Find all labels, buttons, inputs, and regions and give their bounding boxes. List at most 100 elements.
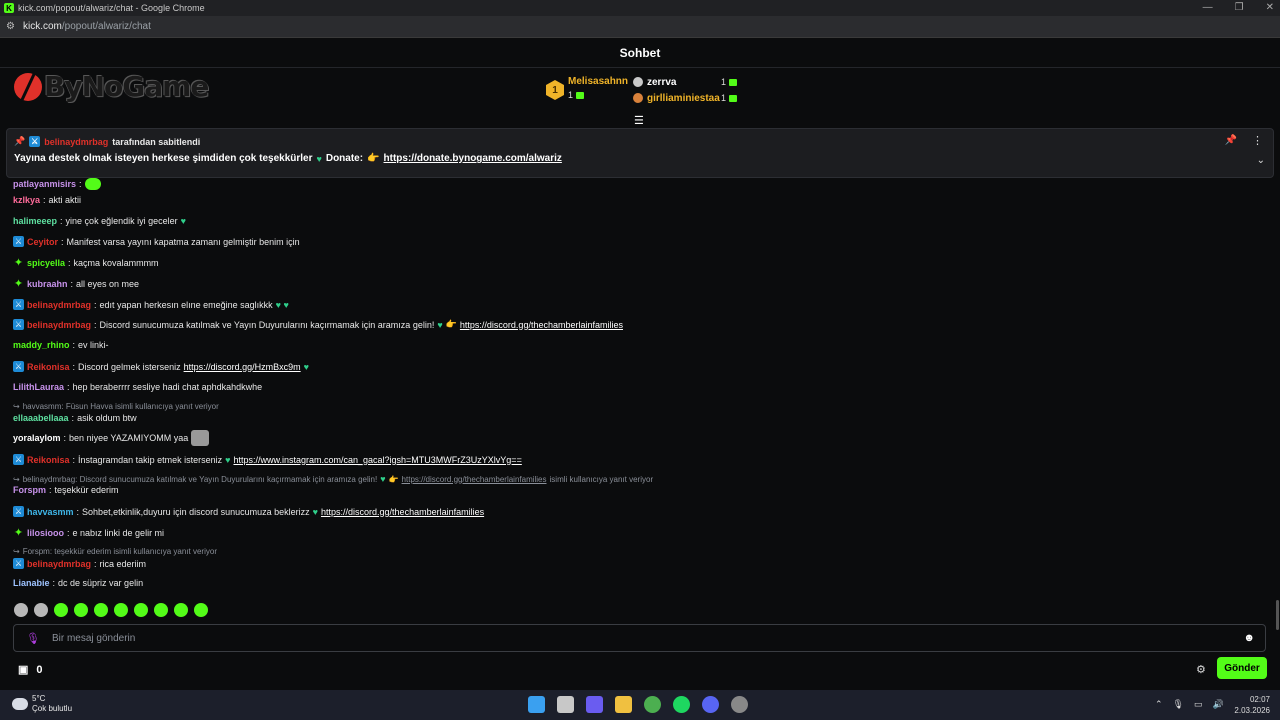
windows-start-icon[interactable] xyxy=(528,696,545,713)
kick-favicon-icon: K xyxy=(4,3,14,13)
leaderboard-first[interactable]: 1 Melisasahnn 1 xyxy=(546,74,628,100)
emote-icon[interactable] xyxy=(74,603,88,617)
emote-icon[interactable] xyxy=(94,603,108,617)
message-username[interactable]: havvasmm xyxy=(27,507,74,517)
url-host: kick.com xyxy=(23,21,62,32)
bynogame-logo: ByNoGame xyxy=(14,70,209,103)
message-username[interactable]: Reikonisa xyxy=(27,455,70,465)
emote-icon[interactable] xyxy=(154,603,168,617)
message-username[interactable]: spicyella xyxy=(27,258,65,268)
message-username[interactable]: Reikonisa xyxy=(27,362,70,372)
message-username[interactable]: Lianabie xyxy=(13,578,50,588)
weather-widget[interactable]: 5°C Çok bulutlu xyxy=(12,694,72,714)
leader-name: Melisasahnn xyxy=(568,76,629,87)
chat-message: ⚔ Ceyitor: Manifest varsa yayını kapatma … xyxy=(13,236,300,247)
message-link[interactable]: https://discord.gg/HzmBxc9m xyxy=(184,362,301,372)
pinned-by-user[interactable]: belinaydmrbag xyxy=(44,137,108,147)
message-link[interactable]: https://discord.gg/thechamberlainfamilie… xyxy=(460,320,623,330)
steam-icon[interactable] xyxy=(731,696,748,713)
message-username[interactable]: Forspm xyxy=(13,485,46,495)
message-username[interactable]: yoralaylom xyxy=(13,433,61,443)
emote-icon[interactable] xyxy=(134,603,148,617)
reply-suffix: isimli kullanıcıya yanıt veriyor xyxy=(549,474,654,484)
message-username[interactable]: belinaydmrbag xyxy=(27,559,91,569)
reply-context[interactable]: ↪ havvasmm: Füsun Havva isimli kullanıcıy… xyxy=(13,402,219,411)
minimize-icon[interactable]: — xyxy=(1203,0,1213,16)
message-input[interactable]: 🎙 Bir mesaj gönderin ☻ xyxy=(13,624,1266,652)
gift-icon xyxy=(576,91,585,99)
message-username[interactable]: kubraahn xyxy=(27,279,68,289)
message-text: edıt yapan herkesın elıne emeğine saglık… xyxy=(99,299,273,310)
reply-context[interactable]: ↪ Forspm: teşekkür ederim isimli kullanıc… xyxy=(13,547,217,556)
message-input-placeholder: Bir mesaj gönderin xyxy=(51,632,136,644)
leader-count: 1 xyxy=(568,90,574,100)
message-link[interactable]: https://www.instagram.com/can_gacal?igsh… xyxy=(233,455,521,465)
spotify-icon[interactable] xyxy=(673,696,690,713)
message-text: ben niyee YAZAMIYOMM yaa xyxy=(69,433,189,443)
clock[interactable]: 02:07 2.03.2026 xyxy=(1226,694,1270,716)
reply-link[interactable]: https://discord.gg/thechamberlainfamilie… xyxy=(402,475,547,484)
chevron-down-icon[interactable]: ⌄ xyxy=(1257,155,1265,166)
pointing-hand-icon: 👉 xyxy=(388,474,399,484)
message-username[interactable]: LilithLauraa xyxy=(13,382,64,392)
task-view-icon[interactable] xyxy=(557,696,574,713)
discord-icon[interactable] xyxy=(702,696,719,713)
message-username[interactable]: belinaydmrbag xyxy=(27,300,91,310)
message-username[interactable]: halimeeep xyxy=(13,216,57,226)
message-username[interactable]: belinaydmrbag xyxy=(27,320,91,330)
site-settings-icon[interactable]: ⚙ xyxy=(6,21,18,32)
chrome-icon[interactable] xyxy=(644,696,661,713)
chat-message: ✦ spicyella: kaçma kovalammmm xyxy=(13,257,159,269)
leaderboard-row[interactable]: girlliaminiestaa 1 xyxy=(633,90,737,106)
network-icon[interactable]: ▭ xyxy=(1194,699,1203,710)
donate-link[interactable]: https://donate.bynogame.com/alwariz xyxy=(384,153,562,164)
chat-settings-icon[interactable]: ⚙ xyxy=(1196,663,1206,676)
emote-icon[interactable] xyxy=(174,603,188,617)
file-explorer-icon[interactable] xyxy=(615,696,632,713)
reply-context[interactable]: ↪ belinaydmrbag: Discord sunucumuza katıl… xyxy=(13,474,653,484)
message-link[interactable]: https://discord.gg/thechamberlainfamilie… xyxy=(321,507,484,517)
microphone-icon[interactable]: 🎙 xyxy=(26,632,40,645)
emote-icon[interactable] xyxy=(14,603,28,617)
logo-mark-icon xyxy=(14,72,42,101)
address-bar[interactable]: ⚙ kick.com/popout/alwariz/chat xyxy=(0,16,1280,38)
emote-icon[interactable] xyxy=(114,603,128,617)
chat-message: ⚔ Reikonisa: İnstagramdan takip etmek ist… xyxy=(13,454,522,465)
more-options-icon[interactable]: ⋮ xyxy=(1252,134,1263,147)
microphone-tray-icon[interactable]: 🎙 xyxy=(1173,699,1184,710)
clock-time: 02:07 xyxy=(1249,695,1270,704)
close-icon[interactable]: ✕ xyxy=(1266,0,1274,16)
moderator-badge-icon: ⚔ xyxy=(13,361,24,372)
chat-message: LilithLauraa: hep beraberrrr sesliye hadi… xyxy=(13,382,263,392)
channel-points[interactable]: ▣ 0 xyxy=(18,663,43,677)
scrollbar[interactable] xyxy=(1276,600,1279,630)
message-text: İnstagramdan takip etmek isterseniz xyxy=(78,454,223,465)
leaderboard-others: zerrva 1 girlliaminiestaa 1 xyxy=(633,74,737,106)
message-list[interactable]: patlayanmisirs: kzlkya: akti aktii halime… xyxy=(0,178,1270,598)
pinned-message: 📌 ⚔ belinaydmrbag tarafından sabitlendi … xyxy=(6,128,1274,178)
expand-leaderboard-icon[interactable]: ☰ xyxy=(634,114,644,127)
send-button[interactable]: Gönder xyxy=(1217,657,1267,679)
message-text: e nabız linki de gelir mi xyxy=(72,527,165,538)
message-username[interactable]: Ceyitor xyxy=(27,237,58,247)
window-title: kick.com/popout/alwariz/chat - Google Ch… xyxy=(18,3,205,13)
maximize-icon[interactable]: ❐ xyxy=(1235,0,1244,16)
message-username[interactable]: patlayanmisirs xyxy=(13,179,76,189)
copilot-icon[interactable] xyxy=(586,696,603,713)
green-heart-icon: ♥ xyxy=(180,216,186,226)
message-username[interactable]: ellaaabellaaa xyxy=(13,413,69,423)
emote-icon[interactable] xyxy=(194,603,208,617)
emote-icon[interactable] xyxy=(54,603,68,617)
unpin-icon[interactable]: 📌 xyxy=(1225,135,1237,146)
green-heart-icon: ♥ xyxy=(312,506,319,517)
emote-icon[interactable] xyxy=(34,603,48,617)
moderator-badge-icon: ⚔ xyxy=(13,454,24,465)
message-username[interactable]: kzlkya xyxy=(13,195,40,205)
emoji-picker-icon[interactable]: ☻ xyxy=(1243,632,1255,644)
weather-text: Çok bulutlu xyxy=(32,704,73,713)
volume-icon[interactable]: 🔊 xyxy=(1213,699,1224,710)
chevron-up-icon[interactable]: ⌃ xyxy=(1155,699,1163,710)
leaderboard-row[interactable]: zerrva 1 xyxy=(633,74,737,90)
message-username[interactable]: maddy_rhino xyxy=(13,340,70,350)
message-username[interactable]: lilosiooo xyxy=(27,528,64,538)
